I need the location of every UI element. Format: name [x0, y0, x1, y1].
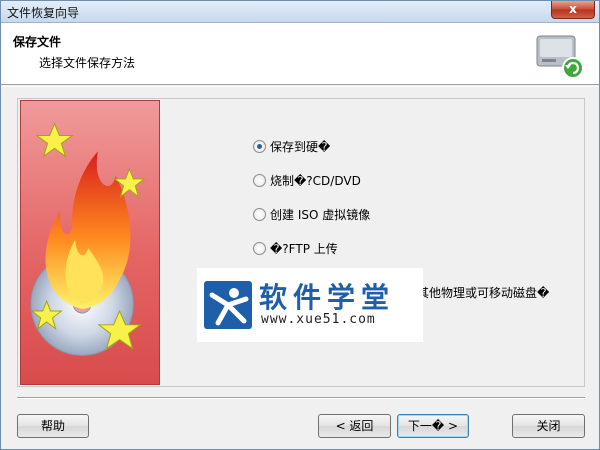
close-button[interactable]: 关闭 — [512, 414, 585, 438]
radio-save-to-disk[interactable] — [253, 139, 266, 153]
page-subtitle: 选择文件保存方法 — [39, 56, 136, 70]
option-create-iso[interactable]: 创建 ISO 虚拟镜像 — [253, 205, 370, 223]
option-label: 保存到硬� — [270, 139, 331, 154]
watermark-overlay: 软件学堂 www.xue51.com — [197, 268, 423, 342]
option-label: 创建 ISO 虚拟镜像 — [270, 207, 371, 222]
wizard-header: 保存文件 选择文件保存方法 — [1, 23, 599, 85]
radio-burn-cd-dvd[interactable] — [253, 173, 266, 187]
watermark-url: www.xue51.com — [261, 312, 376, 327]
window-title: 文件恢复向导 — [7, 6, 80, 20]
footer-divider — [17, 397, 585, 399]
flaming-disc-illustration — [20, 100, 160, 385]
page-title: 保存文件 — [13, 35, 62, 49]
header-divider — [1, 86, 599, 87]
back-button[interactable]: < 返回 — [318, 414, 391, 438]
radio-create-iso[interactable] — [253, 207, 266, 221]
option-other-disk-label[interactable]: 其他物理或可移动磁盘� — [417, 284, 549, 301]
window-close-button[interactable]: x — [551, 1, 595, 19]
watermark-title: 软件学堂 — [259, 281, 396, 314]
watermark-logo-icon — [204, 281, 252, 329]
next-button[interactable]: 下一� > — [397, 414, 469, 438]
option-ftp-upload[interactable]: �?FTP 上传 — [253, 239, 338, 257]
hard-drive-restore-icon — [536, 35, 584, 79]
help-button[interactable]: 帮助 — [17, 414, 89, 438]
wizard-window: 文件恢复向导 x 保存文件 选择文件保存方法 保存到硬� 烧制�?CD/DVD … — [0, 0, 600, 450]
option-save-to-disk[interactable]: 保存到硬� — [253, 137, 330, 155]
radio-ftp-upload[interactable] — [253, 241, 266, 255]
option-label: �?FTP 上传 — [270, 241, 338, 256]
option-burn-cd-dvd[interactable]: 烧制�?CD/DVD — [253, 171, 361, 189]
option-label: 烧制�?CD/DVD — [270, 173, 361, 188]
title-bar[interactable]: 文件恢复向导 x — [1, 1, 599, 23]
